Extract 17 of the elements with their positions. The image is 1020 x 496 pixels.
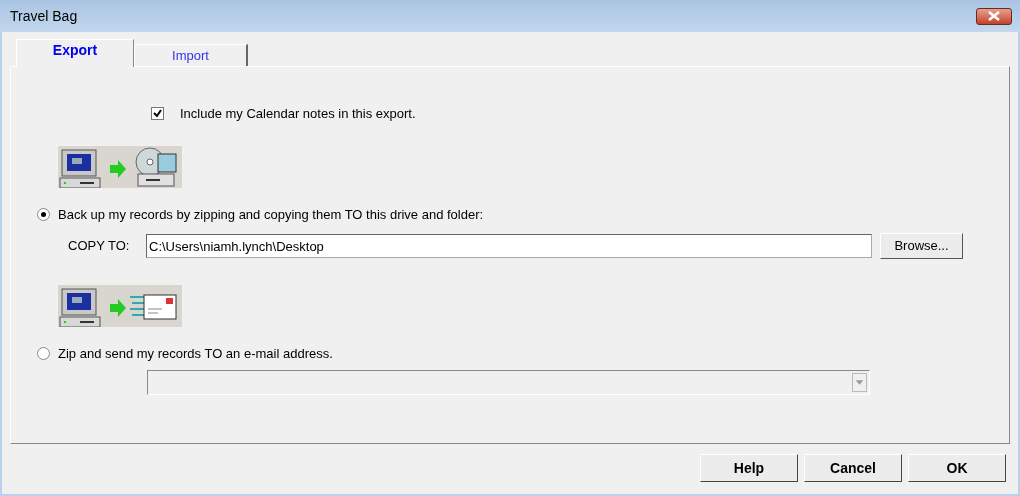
folder-field[interactable]: C:\Users\niamh.lynch\Desktop bbox=[146, 234, 872, 258]
close-icon bbox=[988, 11, 1000, 21]
tab[interactable]: Export bbox=[16, 39, 134, 67]
radio-button[interactable] bbox=[37, 347, 50, 361]
dialog-button[interactable]: OK bbox=[908, 454, 1006, 482]
option-label: Back up my records by zipping and copying them TO this drive and folder: bbox=[58, 205, 484, 224]
checkbox-label: Include my Calendar notes in this export. bbox=[180, 105, 416, 123]
close-button[interactable] bbox=[976, 7, 1012, 25]
radio-button[interactable] bbox=[37, 207, 50, 221]
checkbox[interactable] bbox=[151, 107, 164, 121]
tab[interactable]: Import bbox=[134, 44, 248, 66]
dialog-button[interactable]: Help bbox=[700, 454, 798, 482]
window-title: Travel Bag bbox=[10, 6, 78, 26]
field-label: COPY TO: bbox=[68, 237, 131, 256]
browse-button[interactable]: Browse... bbox=[880, 233, 963, 259]
option-label: Zip and send my records TO an e-mail address. bbox=[58, 345, 333, 363]
dialog-button[interactable]: Cancel bbox=[804, 454, 902, 482]
